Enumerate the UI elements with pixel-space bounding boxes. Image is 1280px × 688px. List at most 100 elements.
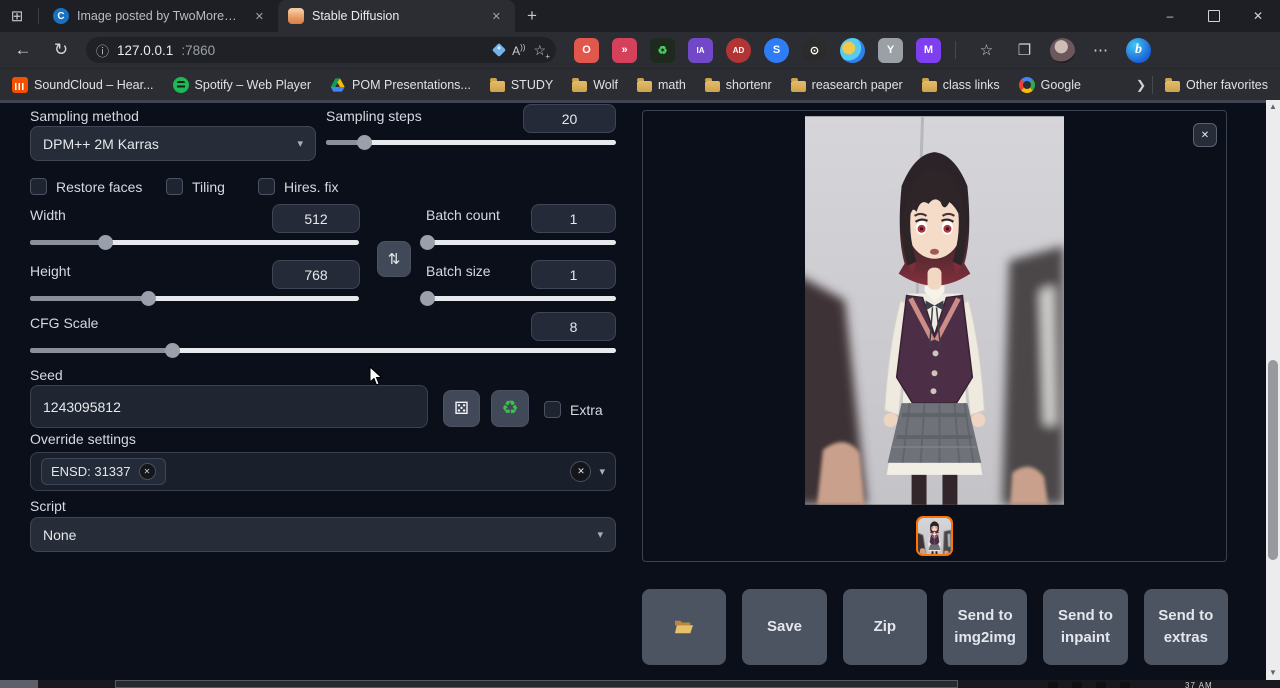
bing-chat-icon[interactable]: b (1126, 38, 1151, 63)
zip-button[interactable]: Zip (843, 589, 927, 665)
scroll-up-arrow[interactable]: ▲ (1266, 100, 1280, 114)
override-settings-box[interactable]: ENSD: 31337 ✕ ✕ ▾ (30, 452, 616, 491)
batch-size-slider[interactable] (426, 291, 616, 306)
tab-stable-diffusion[interactable]: Stable Diffusion ✕ (278, 0, 515, 32)
bookmark-wolf[interactable]: Wolf (572, 78, 618, 92)
bookmark-soundcloud-hear[interactable]: SoundCloud – Hear... (12, 77, 154, 93)
scroll-down-arrow[interactable]: ▼ (1266, 666, 1280, 680)
horizontal-scrollbar[interactable]: 37 AM (0, 680, 1280, 688)
taskbar-clock-sliver: 37 AM (1185, 681, 1213, 688)
checkbox-box[interactable] (544, 401, 561, 418)
chevron-down-icon[interactable]: ▾ (599, 465, 605, 478)
workspaces-icon[interactable]: ⊞ (0, 7, 34, 25)
bookmark-pom-presentations[interactable]: POM Presentations... (330, 77, 471, 93)
back-button[interactable]: ← (8, 40, 38, 60)
sampling-steps-input[interactable]: 20 (523, 104, 616, 133)
override-token[interactable]: ENSD: 31337 ✕ (41, 458, 166, 485)
tab-close-icon[interactable]: ✕ (488, 8, 505, 25)
extra-checkbox[interactable]: Extra (544, 401, 603, 418)
toolbar-right-icons: ☆ ❐ ⋯ b (974, 38, 1151, 63)
y-extension-icon[interactable]: Y (878, 38, 903, 63)
bookmarks-overflow-chevron[interactable]: ❯ (1136, 78, 1146, 92)
generated-image[interactable] (805, 116, 1064, 505)
checkbox-box[interactable] (30, 178, 47, 195)
sampling-method-dropdown[interactable]: DPM++ 2M Karras ▾ (30, 126, 316, 161)
site-info-icon[interactable]: ⓘ (96, 41, 109, 60)
vertical-scrollbar[interactable]: ▲ ▼ (1266, 100, 1280, 680)
globe-extension-icon[interactable] (840, 38, 865, 63)
remove-token-icon[interactable]: ✕ (139, 463, 156, 480)
favorites-icon[interactable]: ☆ (974, 38, 999, 63)
green-trash-icon[interactable]: ♻ (650, 38, 675, 63)
monica-icon[interactable]: M (916, 38, 941, 63)
height-slider[interactable] (30, 291, 359, 306)
tiling-checkbox[interactable]: Tiling (166, 178, 225, 195)
send-to-extras-button[interactable]: Send to extras (1144, 589, 1228, 665)
tab-image-posted[interactable]: C Image posted by TwoMoreTimes ✕ (43, 0, 278, 32)
bookmark-shortenr[interactable]: shortenr (705, 78, 772, 92)
slider-handle[interactable] (420, 235, 435, 250)
batch-count-slider[interactable] (426, 235, 616, 250)
slider-handle[interactable] (141, 291, 156, 306)
slider-handle[interactable] (98, 235, 113, 250)
width-input[interactable]: 512 (272, 204, 360, 233)
shazam-icon[interactable]: S (764, 38, 789, 63)
slider-handle[interactable] (357, 135, 372, 150)
hscroll-left-button[interactable] (0, 680, 38, 688)
sampling-steps-slider[interactable] (326, 135, 616, 150)
cfg-scale-slider[interactable] (30, 343, 616, 358)
location-pin-icon[interactable]: ⊙ (802, 38, 827, 63)
bookmark-google[interactable]: Google (1019, 77, 1081, 93)
close-window-button[interactable]: ✕ (1236, 0, 1280, 32)
seed-input[interactable] (30, 385, 428, 428)
gallery-thumbnail-selected[interactable] (916, 516, 953, 556)
bookmark-study[interactable]: STUDY (490, 78, 553, 92)
batch-size-input[interactable]: 1 (531, 260, 616, 289)
profile-avatar[interactable] (1050, 38, 1075, 63)
restore-faces-checkbox[interactable]: Restore faces (30, 178, 142, 195)
send-to-img2img-button[interactable]: Send to img2img (943, 589, 1027, 665)
cfg-scale-input[interactable]: 8 (531, 312, 616, 341)
read-aloud-icon[interactable]: A)) (512, 43, 525, 58)
address-bar[interactable]: ⓘ 127.0.0.1 :7860 A)) ☆ (86, 37, 556, 63)
tab-close-icon[interactable]: ✕ (251, 8, 268, 25)
new-tab-button[interactable]: + (527, 6, 537, 26)
checkbox-box[interactable] (166, 178, 183, 195)
more-options-icon[interactable]: ⋯ (1088, 38, 1113, 63)
width-slider[interactable] (30, 235, 359, 250)
bookmark-spotify-web-player[interactable]: Spotify – Web Player (173, 77, 312, 93)
maximize-button[interactable] (1192, 0, 1236, 32)
close-gallery-button[interactable]: ✕ (1193, 123, 1217, 147)
ia-extension-icon[interactable]: IA (688, 38, 713, 63)
bookmark-math[interactable]: math (637, 78, 686, 92)
slider-handle[interactable] (420, 291, 435, 306)
batch-count-input[interactable]: 1 (531, 204, 616, 233)
o-extension-icon[interactable]: O (574, 38, 599, 63)
hscrollbar-thumb[interactable] (115, 680, 958, 688)
bookmark-reasearch-paper[interactable]: reasearch paper (791, 78, 903, 92)
sampling-method-value: DPM++ 2M Karras (43, 136, 159, 152)
height-input[interactable]: 768 (272, 260, 360, 289)
reuse-seed-button[interactable]: ♻ (491, 390, 529, 427)
scrollbar-thumb[interactable] (1268, 360, 1278, 560)
adblock-icon[interactable]: AD (726, 38, 751, 63)
script-label: Script (30, 498, 66, 514)
shopping-tag-icon[interactable] (492, 43, 506, 57)
script-dropdown[interactable]: None ▾ (30, 517, 616, 552)
collections-icon[interactable]: ❐ (1012, 38, 1037, 63)
save-button[interactable]: Save (742, 589, 826, 665)
clear-all-icon[interactable]: ✕ (570, 461, 591, 482)
checkbox-box[interactable] (258, 178, 275, 195)
open-folder-button[interactable] (642, 589, 726, 665)
minimize-button[interactable]: – (1148, 0, 1192, 32)
refresh-button[interactable]: ↻ (46, 40, 76, 60)
random-seed-button[interactable]: ⚄ (443, 390, 480, 427)
add-favorite-icon[interactable]: ☆ (533, 42, 546, 59)
hires-fix-checkbox[interactable]: Hires. fix (258, 178, 338, 195)
slider-handle[interactable] (165, 343, 180, 358)
swap-dimensions-button[interactable]: ⇅ (377, 241, 411, 277)
video-speed-icon[interactable]: » (612, 38, 637, 63)
bookmark-other-favorites[interactable]: Other favorites (1165, 78, 1268, 92)
send-to-inpaint-button[interactable]: Send to inpaint (1043, 589, 1127, 665)
bookmark-class-links[interactable]: class links (922, 78, 1000, 92)
